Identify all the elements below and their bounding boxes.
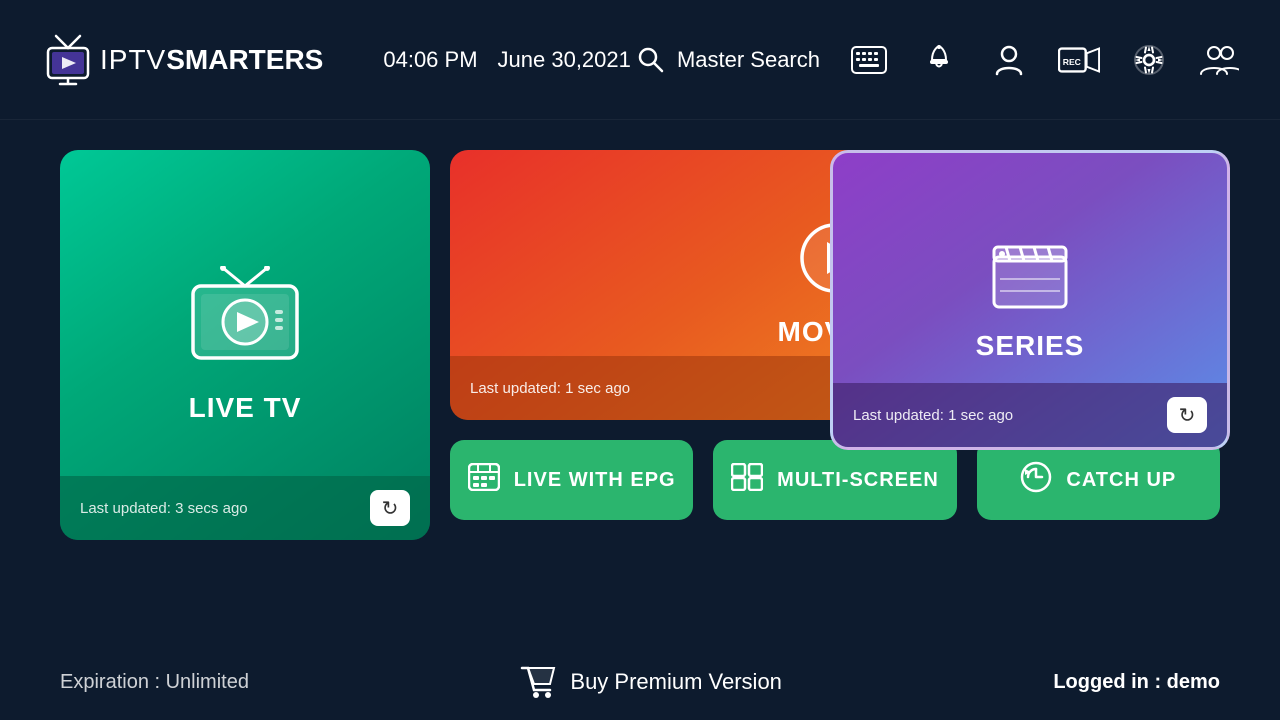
multi-screen-label: MULTI-SCREEN: [777, 469, 939, 492]
multi-profile-icon-btn[interactable]: [1198, 39, 1240, 81]
logo-icon: [40, 32, 96, 88]
catch-up-btn[interactable]: CATCH UP: [977, 440, 1220, 520]
search-label: Master Search: [677, 47, 820, 73]
series-label: SERIES: [976, 330, 1085, 362]
record-icon: REC: [1058, 45, 1100, 75]
username: demo: [1167, 671, 1220, 693]
logo: IPTVSMARTERS: [40, 32, 323, 88]
current-date: June 30,2021: [498, 47, 631, 73]
live-tv-refresh-btn[interactable]: ↻: [370, 490, 410, 526]
svg-text:REC: REC: [1063, 56, 1081, 66]
master-search-bar[interactable]: Master Search: [637, 46, 820, 74]
live-tv-label: LIVE TV: [189, 392, 302, 424]
cart-icon: [520, 664, 556, 700]
settings-icon: [1133, 44, 1165, 76]
refresh-icon: ↻: [382, 496, 399, 521]
live-with-epg-label: LIVE WITH EPG: [514, 469, 676, 492]
bottom-buttons-row: LIVE WITH EPG MULTI-SCREEN: [450, 440, 1220, 520]
bell-icon: [925, 44, 953, 76]
live-with-epg-btn[interactable]: LIVE WITH EPG: [450, 440, 693, 520]
multi-profile-icon: [1199, 44, 1239, 76]
keyboard-icon-btn[interactable]: [848, 39, 890, 81]
logged-in-text: Logged in : demo: [1053, 671, 1220, 694]
series-card-wrapper: SERIES Last updated: 1 sec ago ↻: [830, 150, 1230, 450]
header-right: Master Search: [637, 39, 1240, 81]
catch-up-label: CATCH UP: [1066, 469, 1176, 492]
buy-premium-btn[interactable]: Buy Premium Version: [520, 664, 782, 700]
multi-screen-icon: [731, 463, 763, 497]
datetime: 04:06 PM June 30,2021: [383, 47, 631, 73]
movies-update-text: Last updated: 1 sec ago: [470, 380, 630, 397]
series-footer: Last updated: 1 sec ago ↻: [833, 383, 1227, 447]
profile-icon: [995, 44, 1023, 76]
record-icon-btn[interactable]: REC: [1058, 39, 1100, 81]
logged-in-prefix: Logged in :: [1053, 671, 1166, 693]
live-tv-card[interactable]: LIVE TV Last updated: 3 secs ago ↻: [60, 150, 430, 540]
catch-up-icon: [1020, 461, 1052, 499]
buy-premium-label: Buy Premium Version: [570, 669, 782, 695]
series-card[interactable]: SERIES Last updated: 1 sec ago ↻: [830, 150, 1230, 450]
search-icon: [637, 46, 665, 74]
series-update-text: Last updated: 1 sec ago: [853, 407, 1013, 424]
bell-icon-btn[interactable]: [918, 39, 960, 81]
multi-screen-btn[interactable]: MULTI-SCREEN: [713, 440, 956, 520]
series-clapper-icon: [990, 239, 1070, 316]
live-tv-icon: [185, 266, 305, 376]
logo-smarters: SMARTERS: [166, 44, 323, 75]
cards-row: LIVE TV Last updated: 3 secs ago ↻ MOVIE…: [60, 150, 1220, 540]
expiration-text: Expiration : Unlimited: [60, 671, 249, 694]
main-content: LIVE TV Last updated: 3 secs ago ↻ MOVIE…: [0, 120, 1280, 570]
footer: Expiration : Unlimited Buy Premium Versi…: [0, 664, 1280, 700]
logo-iptv: IPTV: [100, 44, 166, 75]
current-time: 04:06 PM: [383, 47, 477, 73]
settings-icon-btn[interactable]: [1128, 39, 1170, 81]
series-refresh-btn[interactable]: ↻: [1167, 397, 1207, 433]
keyboard-icon: [851, 46, 887, 74]
header: IPTVSMARTERS 04:06 PM June 30,2021 Maste…: [0, 0, 1280, 120]
refresh-icon-series: ↻: [1179, 403, 1196, 428]
live-tv-update-text: Last updated: 3 secs ago: [80, 500, 248, 517]
epg-icon: [468, 463, 500, 498]
profile-icon-btn[interactable]: [988, 39, 1030, 81]
live-tv-footer: Last updated: 3 secs ago ↻: [60, 476, 430, 540]
logo-text: IPTVSMARTERS: [100, 44, 323, 76]
